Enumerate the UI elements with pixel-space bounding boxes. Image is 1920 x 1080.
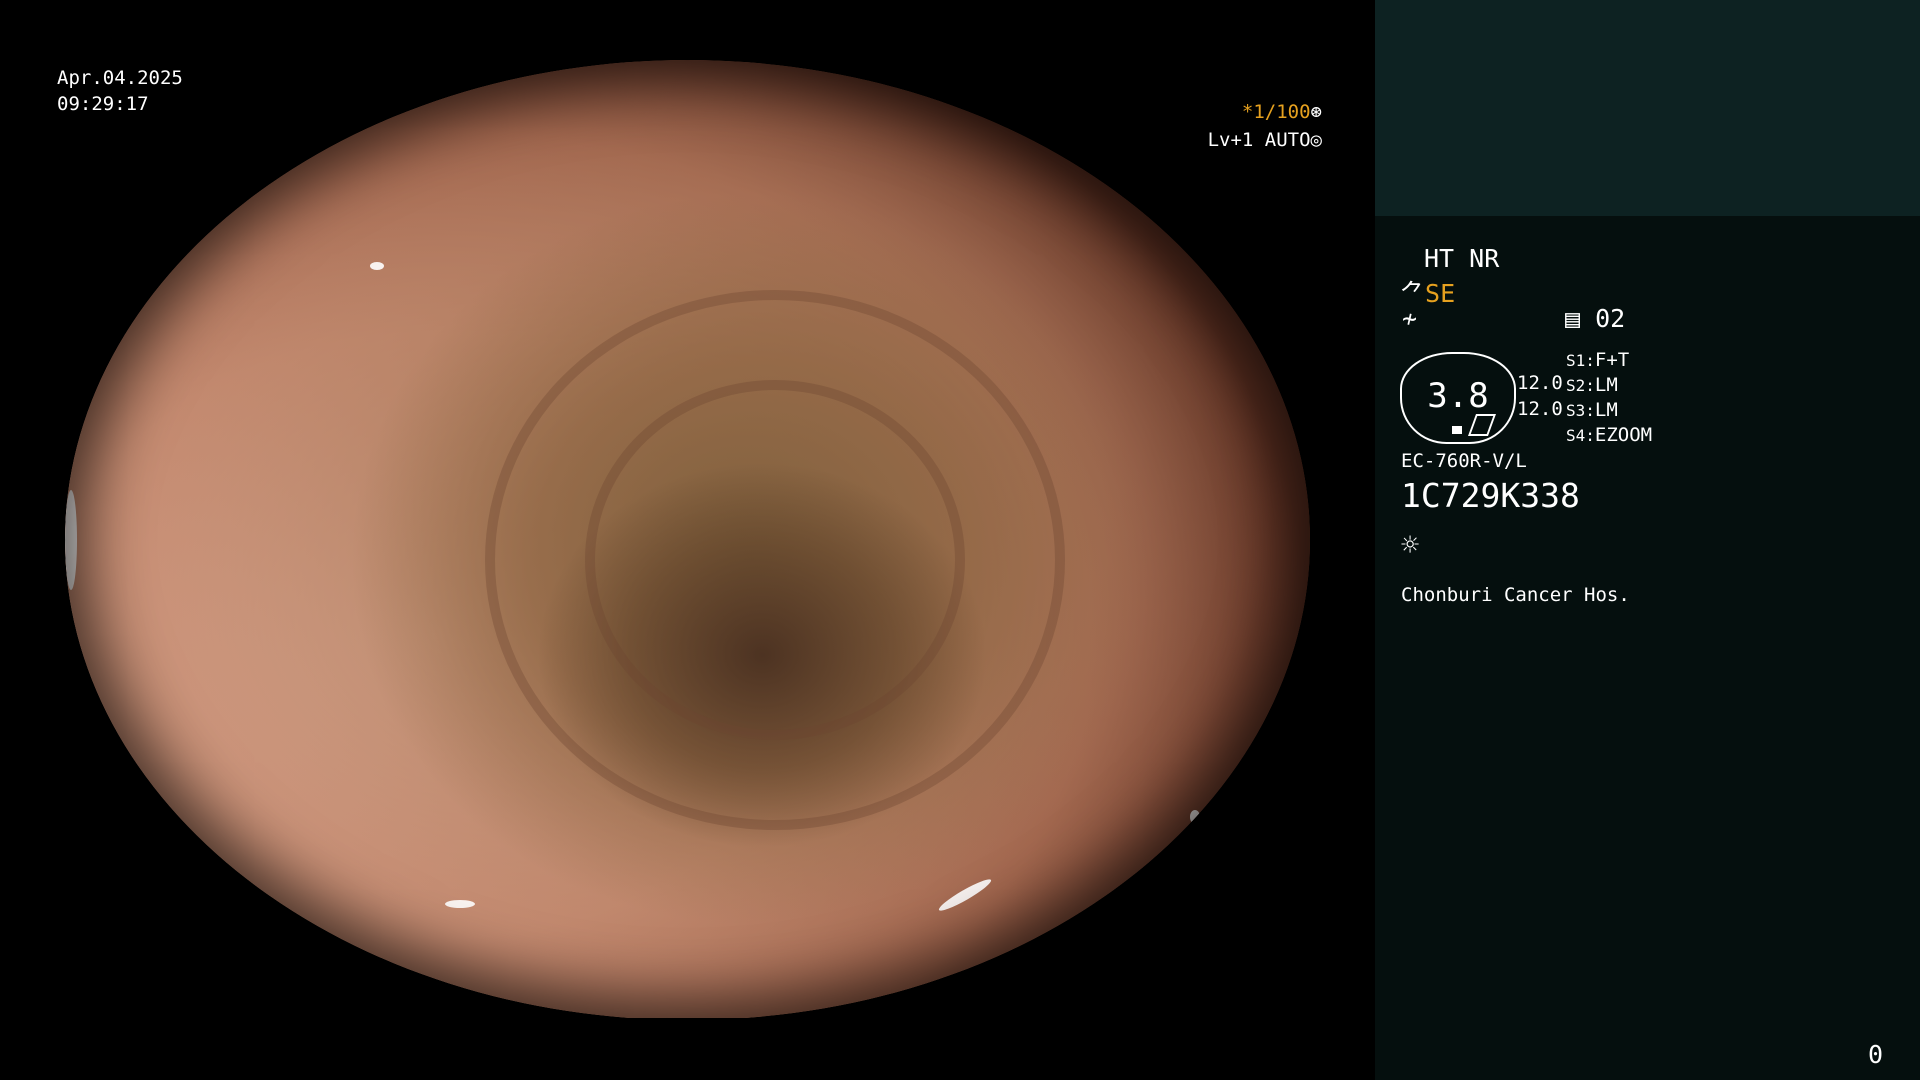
scope-serial: 1C729K338	[1401, 476, 1580, 515]
light-icon: ☼	[1401, 528, 1420, 563]
zoom-value: 3.8	[1427, 376, 1489, 416]
level-row: Lv+1 AUTO◎	[1208, 126, 1322, 154]
endoscopic-image	[65, 60, 1310, 1020]
date-text: Apr.04.2025	[57, 67, 183, 89]
switch-value: F+T	[1594, 349, 1630, 371]
switch-row: S3:LM	[1566, 398, 1652, 423]
light-reflection	[370, 262, 384, 270]
light-reflection	[936, 875, 994, 915]
shutter-icon: ⊛	[1310, 101, 1322, 123]
switch-key: S2:	[1566, 376, 1595, 395]
switch-value: LM	[1594, 399, 1618, 421]
switch-value: LM	[1594, 374, 1618, 396]
time-text: 09:29:17	[57, 93, 149, 115]
zoom-flag-icon	[1467, 414, 1497, 436]
switch-row: S4:EZOOM	[1566, 423, 1652, 448]
view-crop-top	[0, 0, 1375, 60]
mucosal-fold	[485, 290, 1065, 830]
zoom-indicator: 3.8	[1400, 352, 1516, 444]
view-crop-bottom	[0, 1018, 1375, 1080]
f-icon: ≁	[1402, 304, 1418, 333]
se-label: SE	[1425, 279, 1456, 308]
exposure-info: *1/100⊛ Lv+1 AUTO◎	[1208, 98, 1322, 154]
level-icon: ◎	[1310, 129, 1322, 151]
value-top: 12.0	[1517, 372, 1563, 394]
ht-nr-label: HT NR	[1424, 244, 1500, 273]
scope-model: EC-760R-V/L	[1401, 450, 1527, 472]
switch-list: S1:F+T S2:LM S3:LM S4:EZOOM	[1566, 348, 1652, 448]
mucosal-fold	[585, 380, 965, 740]
zoom-position-mark	[1452, 426, 1462, 434]
shutter-row: *1/100⊛	[1208, 98, 1322, 126]
shutter-speed: *1/100	[1241, 101, 1311, 123]
endoscopy-view-area	[0, 0, 1375, 1080]
corner-number: 0	[1868, 1040, 1884, 1069]
switch-key: S3:	[1566, 401, 1595, 420]
hospital-name: Chonburi Cancer Hos.	[1401, 584, 1630, 606]
light-reflection	[65, 490, 77, 590]
timestamp: Apr.04.2025 09:29:17	[57, 65, 183, 117]
switch-row: S2:LM	[1566, 373, 1652, 398]
status-panel	[1375, 0, 1920, 1080]
status-panel-header	[1375, 0, 1920, 216]
switch-row: S1:F+T	[1566, 348, 1652, 373]
light-reflection	[1190, 810, 1200, 824]
switch-key: S4:	[1566, 426, 1595, 445]
page-row: ▤ 02	[1565, 304, 1625, 333]
level-mode: Lv+1 AUTO	[1207, 129, 1311, 151]
page-icon: ▤	[1565, 304, 1581, 333]
value-bottom: 12.0	[1517, 398, 1563, 420]
light-reflection	[445, 900, 475, 908]
switch-value: EZOOM	[1594, 424, 1653, 446]
page-value: 02	[1595, 304, 1626, 333]
switch-key: S1:	[1566, 351, 1595, 370]
